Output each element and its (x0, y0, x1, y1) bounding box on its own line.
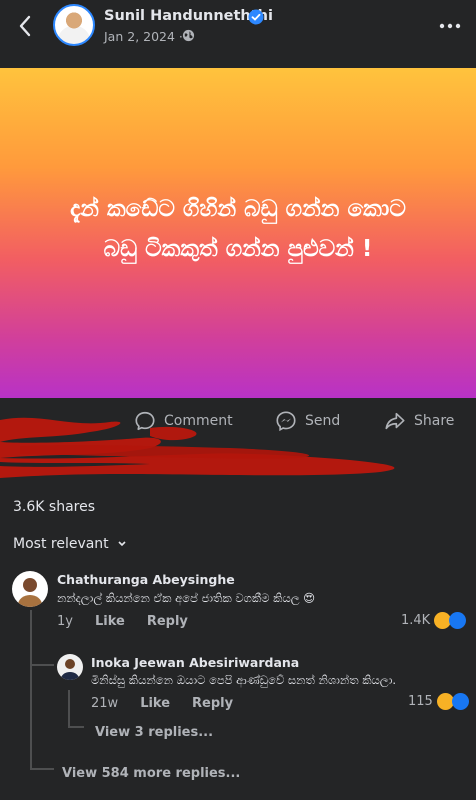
share-count[interactable]: 3.6K shares (13, 499, 95, 515)
comment-author[interactable]: Chathuranga Abeysinghe (57, 572, 235, 587)
post-date: Jan 2, 2024 · (104, 29, 183, 44)
thread-branch (30, 664, 54, 666)
commenter-avatar[interactable] (12, 571, 48, 607)
reaction-count: 115 (408, 694, 433, 709)
comment-meta: 1y Like Reply (57, 614, 188, 629)
chevron-down-icon (118, 541, 126, 547)
reply-thread-line (68, 690, 70, 728)
reply-age: 21w (91, 696, 119, 711)
author-avatar[interactable] (53, 4, 95, 46)
reply-reactions[interactable]: 115 (408, 693, 469, 710)
reply-avatar[interactable] (57, 654, 83, 680)
sort-label: Most relevant (13, 536, 109, 552)
view-replies-link[interactable]: View 3 replies... (95, 725, 213, 740)
back-arrow-icon[interactable] (14, 14, 38, 38)
reply-like-button[interactable]: Like (140, 696, 170, 711)
more-replies-branch (30, 768, 54, 770)
post-header: Sunil Handunneththi Jan 2, 2024 · (0, 0, 476, 66)
reply-thread-branch (68, 726, 84, 728)
comment-age: 1y (57, 614, 73, 629)
like-reaction-icon (449, 612, 467, 629)
post-text-line-1: දැන් කඩේට ගිහින් බඩු ගන්න කොට (70, 196, 406, 222)
person-photo-icon (61, 659, 79, 680)
share-label: Share (414, 413, 455, 429)
thread-line (30, 610, 32, 770)
person-photo-icon (18, 578, 42, 607)
sort-dropdown[interactable]: Most relevant (13, 536, 127, 552)
reply-author[interactable]: Inoka Jeewan Abesiriwardana (91, 655, 299, 670)
reply-reply-button[interactable]: Reply (192, 696, 233, 711)
comment-text: නන්දලාල් කියන්නෙ ඒක අපේ ජාතික වගකීම කියල… (57, 591, 316, 605)
more-options-icon[interactable] (438, 16, 462, 36)
redaction-scribble (0, 417, 395, 478)
post-background: දැන් කඩේට ගිහින් බඩු ගන්න කොට බඩු ටිකකුත… (0, 68, 476, 398)
view-more-replies-link[interactable]: View 584 more replies... (62, 766, 240, 781)
reply-text: මිනිස්සු කියන්නෙ ඔයාට පෙපි ආණ්ඩුවේ සනත් … (91, 673, 397, 687)
reaction-count: 1.4K (401, 613, 431, 628)
post-text-line-2: බඩු ටිකකුත් ගන්න පුළුවන් ! (103, 236, 373, 262)
comment-reply-button[interactable]: Reply (147, 614, 188, 629)
like-reaction-icon (451, 693, 469, 710)
comment-like-button[interactable]: Like (95, 614, 125, 629)
reply-meta: 21w Like Reply (91, 696, 233, 711)
comment-reactions[interactable]: 1.4K (401, 612, 467, 629)
verified-badge-icon (248, 9, 264, 25)
public-globe-icon (182, 29, 195, 42)
